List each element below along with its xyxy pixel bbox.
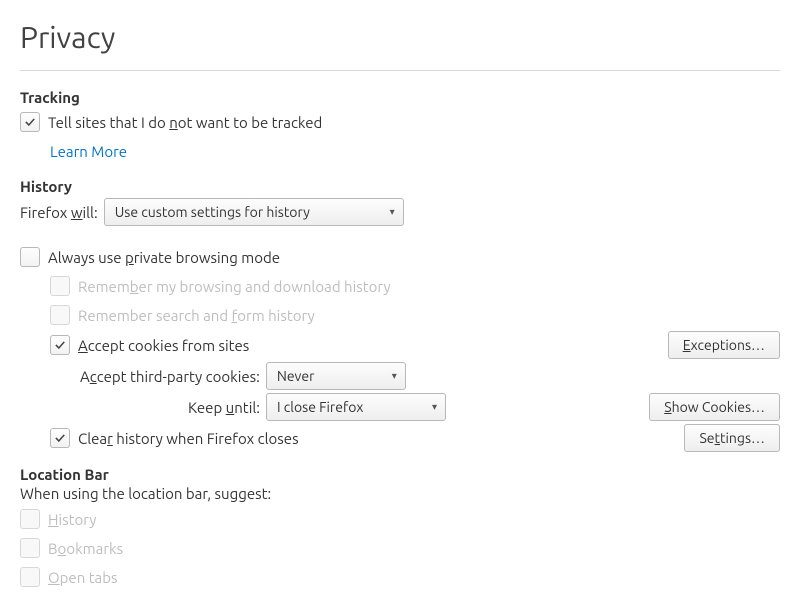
accept-cookies-label: Accept cookies from sites xyxy=(78,337,249,354)
clear-on-close-checkbox[interactable] xyxy=(50,428,70,448)
firefox-will-label: Firefox will: xyxy=(20,204,98,221)
suggest-history-label: History xyxy=(48,511,97,528)
divider xyxy=(20,70,780,71)
locationbar-subtext: When using the location bar, suggest: xyxy=(20,485,780,502)
remember-browsing-checkbox[interactable] xyxy=(50,276,70,296)
learn-more-link[interactable]: Learn More xyxy=(50,143,127,160)
private-browsing-label: Always use private browsing mode xyxy=(48,249,280,266)
chevron-down-icon: ▾ xyxy=(392,370,397,382)
third-party-cookies-dropdown[interactable]: Never ▾ xyxy=(266,362,406,390)
section-tracking-title: Tracking xyxy=(20,89,780,106)
section-history-title: History xyxy=(20,178,780,195)
suggest-opentabs-checkbox[interactable] xyxy=(20,567,40,587)
settings-button[interactable]: Settings… xyxy=(684,424,780,452)
remember-search-label: Remember search and form history xyxy=(78,307,315,324)
keep-until-selected: I close Firefox xyxy=(277,399,363,415)
page-title: Privacy xyxy=(20,20,780,54)
clear-on-close-label: Clear history when Firefox closes xyxy=(78,430,299,447)
keep-until-label: Keep until: xyxy=(80,399,260,416)
chevron-down-icon: ▾ xyxy=(390,206,395,218)
do-not-track-checkbox[interactable] xyxy=(20,112,40,132)
third-party-cookies-selected: Never xyxy=(277,368,315,384)
history-mode-selected: Use custom settings for history xyxy=(115,204,310,220)
suggest-history-checkbox[interactable] xyxy=(20,509,40,529)
accept-cookies-checkbox[interactable] xyxy=(50,335,70,355)
keep-until-dropdown[interactable]: I close Firefox ▾ xyxy=(266,393,446,421)
remember-search-checkbox[interactable] xyxy=(50,305,70,325)
section-locationbar-title: Location Bar xyxy=(20,466,780,483)
remember-browsing-label: Remember my browsing and download histor… xyxy=(78,278,391,295)
suggest-bookmarks-label: Bookmarks xyxy=(48,540,123,557)
third-party-cookies-label: Accept third-party cookies: xyxy=(80,368,260,385)
suggest-opentabs-label: Open tabs xyxy=(48,569,118,586)
suggest-bookmarks-checkbox[interactable] xyxy=(20,538,40,558)
show-cookies-button[interactable]: Show Cookies… xyxy=(649,393,780,421)
private-browsing-checkbox[interactable] xyxy=(20,247,40,267)
history-mode-dropdown[interactable]: Use custom settings for history ▾ xyxy=(104,198,404,226)
do-not-track-label: Tell sites that I do not want to be trac… xyxy=(48,114,322,131)
exceptions-button[interactable]: Exceptions… xyxy=(668,331,780,359)
chevron-down-icon: ▾ xyxy=(432,401,437,413)
